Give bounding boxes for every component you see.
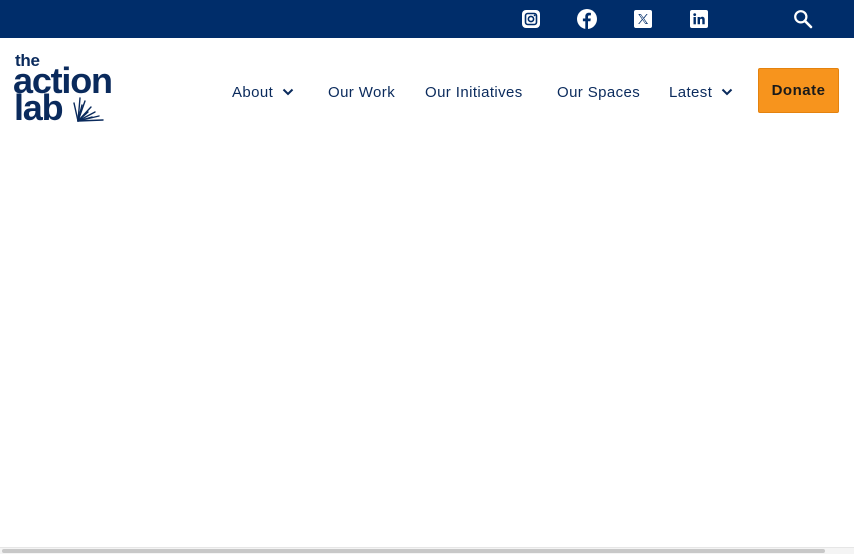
grass-burst-icon: [73, 97, 104, 122]
horizontal-scrollbar[interactable]: [0, 547, 854, 554]
nav-latest[interactable]: Latest: [669, 82, 733, 102]
linkedin-link[interactable]: [689, 9, 709, 29]
top-bar: [0, 0, 854, 38]
facebook-icon: [577, 9, 597, 29]
x-twitter-icon: [634, 10, 652, 28]
instagram-link[interactable]: [521, 9, 541, 29]
instagram-icon: [522, 10, 540, 28]
nav-about-label: About: [232, 83, 274, 101]
linkedin-icon: [690, 10, 708, 28]
nav-about[interactable]: About: [232, 82, 294, 102]
site-logo[interactable]: the action lab: [13, 52, 126, 128]
site-header: the action lab About Our Work Our Initia…: [0, 38, 854, 138]
search-icon: [794, 10, 813, 29]
nav-our-work[interactable]: Our Work: [328, 82, 395, 102]
nav-our-initiatives[interactable]: Our Initiatives: [425, 82, 523, 102]
nav-our-initiatives-label: Our Initiatives: [425, 83, 523, 101]
nav-our-spaces-label: Our Spaces: [557, 83, 641, 101]
donate-button[interactable]: Donate: [758, 68, 839, 113]
chevron-down-icon: [282, 88, 294, 96]
search-button[interactable]: [792, 8, 814, 30]
nav-our-work-label: Our Work: [328, 83, 396, 101]
scrollbar-thumb[interactable]: [2, 549, 825, 553]
nav-our-spaces[interactable]: Our Spaces: [557, 82, 640, 102]
chevron-down-icon: [721, 88, 733, 96]
logo-line-3: lab: [14, 87, 64, 128]
nav-latest-label: Latest: [669, 83, 713, 101]
facebook-link[interactable]: [577, 9, 597, 29]
x-link[interactable]: [633, 9, 653, 29]
